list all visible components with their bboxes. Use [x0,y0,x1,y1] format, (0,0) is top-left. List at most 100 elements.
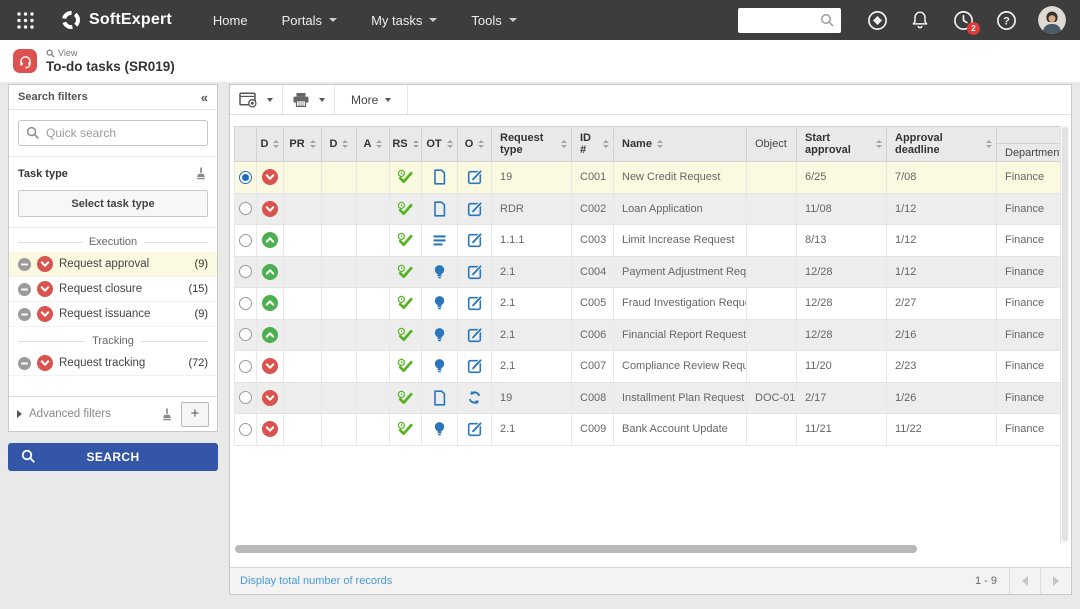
view-data-button[interactable] [236,88,262,112]
edit-action-icon[interactable] [458,194,492,225]
edit-action-icon[interactable] [458,225,492,256]
task-filter-request-approval[interactable]: Request approval(9) [9,252,217,277]
approval-check-icon [390,414,422,445]
vertical-scrollbar[interactable] [1060,126,1069,544]
cell-text: Finance [1005,423,1044,435]
add-filter-button[interactable]: + [181,402,209,427]
cell-object: DOC-01 [747,383,797,414]
print-button[interactable] [288,88,314,112]
radio-button[interactable] [239,391,252,404]
select-task-type-button[interactable]: Select task type [18,190,208,217]
edit-action-icon[interactable] [458,320,492,351]
radio-button[interactable] [239,297,252,310]
notifications-button[interactable] [909,8,931,32]
chevron-right-icon [1053,576,1059,586]
column-header-d1[interactable]: D [257,127,284,161]
clear-filter-icon[interactable] [194,166,208,181]
column-header-start[interactable]: Start approval [797,127,887,161]
edit-action-icon[interactable] [458,288,492,319]
advanced-filters-toggle[interactable]: Advanced filters [29,408,153,420]
column-header-name[interactable]: Name [614,127,747,161]
column-header-a[interactable]: A [357,127,390,161]
table-row-C001[interactable]: 19C001New Credit Request6/257/08Finance [234,162,1069,194]
display-total-records-link[interactable]: Display total number of records [240,575,392,587]
explore-button[interactable] [866,8,888,32]
brand-logo[interactable]: SoftExpert [60,9,172,31]
cell-text: Finance [1005,329,1044,341]
red-chevron-down-icon [37,355,53,371]
task-filter-request-issuance[interactable]: Request issuance(9) [9,302,217,327]
cell-text: Finance [1005,171,1044,183]
more-button[interactable]: More [340,85,402,114]
cell-start: 12/28 [797,257,887,288]
column-header-id[interactable]: ID # [572,127,614,161]
cell-text: Fraud Investigation Request [622,297,747,309]
task-filter-request-closure[interactable]: Request closure(15) [9,277,217,302]
column-header-ot[interactable]: OT [422,127,458,161]
app-grid-icon[interactable] [10,0,40,40]
table-row-C008[interactable]: 19C008Installment Plan RequestDOC-012/17… [234,383,1069,415]
task-filter-label: Request issuance [59,308,189,320]
cell-text: Financial Report Request [622,329,746,341]
cell-start: 12/28 [797,288,887,319]
radio-button[interactable] [239,202,252,215]
edit-action-icon[interactable] [458,162,492,193]
radio-button[interactable] [239,171,252,184]
nav-item-my-tasks[interactable]: My tasks [354,0,454,40]
table-row-C005[interactable]: 2.1C005Fraud Investigation Request12/282… [234,288,1069,320]
task-filter-request-tracking[interactable]: Request tracking(72) [9,351,217,376]
previous-page-button[interactable] [1009,568,1040,594]
pending-tasks-button[interactable]: 2 [952,8,974,32]
column-header-deadline[interactable]: Approval deadline [887,127,997,161]
column-header-o[interactable]: O [458,127,492,161]
table-row-C006[interactable]: 2.1C006Financial Report Request12/282/16… [234,320,1069,352]
radio-button[interactable] [239,265,252,278]
column-header-type[interactable]: Request type [492,127,572,161]
edit-action-icon[interactable] [458,414,492,445]
radio-button[interactable] [239,328,252,341]
column-header-label: O [465,138,474,150]
radio-button[interactable] [239,234,252,247]
table-row-C003[interactable]: 1.1.1C003Limit Increase Request8/131/12F… [234,225,1069,257]
table-row-C004[interactable]: 2.1C004Payment Adjustment Request12/281/… [234,257,1069,289]
column-header-d2[interactable]: D [322,127,357,161]
minus-circle-icon [18,308,31,321]
help-button[interactable]: ? [995,8,1017,32]
sort-icon [657,140,663,148]
view-data-dropdown[interactable] [262,88,277,112]
next-page-button[interactable] [1040,568,1071,594]
task-type-label: Task type [18,168,194,180]
nav-item-home[interactable]: Home [196,0,265,40]
horizontal-scrollbar-thumb[interactable] [235,545,917,553]
column-header-rs[interactable]: RS [390,127,422,161]
search-button[interactable]: SEARCH [8,443,218,471]
edit-action-icon[interactable] [458,257,492,288]
radio-button[interactable] [239,423,252,436]
collapse-sidebar-button[interactable]: « [201,90,208,105]
nav-item-tools[interactable]: Tools [454,0,533,40]
table-row-C007[interactable]: 2.1C007Compliance Review Request11/202/2… [234,351,1069,383]
user-avatar[interactable] [1038,6,1066,34]
column-header-pr[interactable]: PR [284,127,322,161]
group-divider: Tracking [18,335,208,347]
cell-text: Limit Increase Request [622,234,735,246]
vertical-scrollbar-thumb[interactable] [1062,127,1068,541]
cell-pr [284,194,322,225]
edit-action-icon[interactable] [458,351,492,382]
green-up-icon [257,320,284,351]
clear-filter-icon[interactable] [160,407,174,422]
nav-item-portals[interactable]: Portals [265,0,354,40]
sync-action-icon[interactable] [458,383,492,414]
breadcrumb-kicker: View [58,48,77,58]
table-row-C009[interactable]: 2.1C009Bank Account Update11/2111/22Fina… [234,414,1069,446]
horizontal-scrollbar[interactable] [235,545,1057,555]
results-footer: Display total number of records 1 - 9 [230,567,1071,594]
search-icon [21,449,36,464]
cell-text: Compliance Review Request [622,360,747,372]
print-dropdown[interactable] [314,88,329,112]
radio-button[interactable] [239,360,252,373]
table-row-C002[interactable]: RDRC002Loan Application11/081/12Finance [234,194,1069,226]
cell-dept: Finance [997,225,1062,256]
cell-a [357,257,390,288]
quick-search-input[interactable] [18,120,208,146]
